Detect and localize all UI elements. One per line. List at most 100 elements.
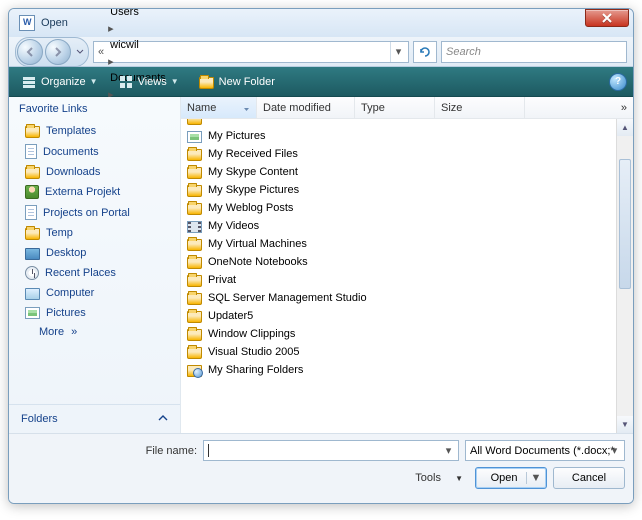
organize-button[interactable]: Organize ▼: [15, 72, 104, 92]
file-row[interactable]: My Skype Content: [183, 163, 631, 181]
file-list[interactable]: My Pictures My Received Files My Skype Con…: [181, 119, 633, 433]
file-name: SQL Server Management Studio: [208, 292, 367, 304]
open-button[interactable]: Open ▼: [475, 467, 547, 489]
cancel-button[interactable]: Cancel: [553, 467, 625, 489]
filename-input[interactable]: ▾: [203, 440, 459, 461]
folder-icon: [187, 203, 202, 215]
file-name: My Skype Content: [208, 166, 298, 178]
folder-icon: [187, 347, 202, 359]
nav-history-dropdown[interactable]: [73, 49, 87, 55]
file-row[interactable]: My Received Files: [183, 145, 631, 163]
open-split-dropdown[interactable]: ▼: [526, 472, 542, 484]
new-folder-button[interactable]: New Folder: [193, 72, 281, 92]
breadcrumb-bar[interactable]: « Users▸wicwil▸Documents▸ ▾: [93, 41, 409, 63]
sidebar-item-label: Downloads: [46, 166, 100, 178]
scrollbar[interactable]: ▲ ▼: [616, 119, 633, 433]
vid-icon: [187, 221, 202, 233]
file-row[interactable]: My Virtual Machines: [183, 235, 631, 253]
tools-button[interactable]: Tools ▼: [409, 470, 469, 486]
search-input[interactable]: Search: [441, 41, 627, 63]
column-size[interactable]: Size: [435, 97, 525, 118]
sidebar-item-label: Pictures: [46, 307, 86, 319]
address-dropdown[interactable]: ▾: [390, 42, 406, 62]
file-row[interactable]: Visual Studio 2005: [183, 343, 631, 361]
forward-icon: [53, 47, 63, 57]
file-type-filter[interactable]: All Word Documents (*.docx;* ▾: [465, 440, 625, 461]
new-folder-label: New Folder: [219, 76, 275, 88]
sidebar-item[interactable]: Pictures: [13, 303, 176, 322]
file-name: My Virtual Machines: [208, 238, 307, 250]
file-row[interactable]: OneNote Notebooks: [183, 253, 631, 271]
help-button[interactable]: ?: [609, 73, 627, 91]
filter-dropdown[interactable]: ▾: [607, 443, 622, 458]
file-name: Privat: [208, 274, 236, 286]
file-row[interactable]: My Weblog Posts: [183, 199, 631, 217]
sidebar-item[interactable]: Templates: [13, 121, 176, 141]
file-name: Window Clippings: [208, 328, 295, 340]
folder-icon: [25, 228, 40, 240]
address-bar: « Users▸wicwil▸Documents▸ ▾ Search: [9, 37, 633, 67]
views-label: Views: [138, 76, 167, 88]
folder-icon: [187, 239, 202, 251]
more-link[interactable]: More »: [9, 322, 180, 342]
column-overflow[interactable]: »: [525, 97, 633, 118]
file-name: OneNote Notebooks: [208, 256, 308, 268]
text-cursor: [208, 444, 209, 457]
file-row[interactable]: Privat: [183, 271, 631, 289]
file-row[interactable]: My Sharing Folders: [183, 361, 631, 379]
filename-history-dropdown[interactable]: ▾: [441, 443, 456, 458]
sidebar-item[interactable]: Externa Projekt: [13, 182, 176, 202]
folder-icon: [187, 293, 202, 305]
forward-button[interactable]: [45, 39, 71, 65]
file-row[interactable]: My Skype Pictures: [183, 181, 631, 199]
sidebar-item[interactable]: Desktop: [13, 243, 176, 263]
breadcrumb-root-chevron[interactable]: «: [96, 46, 106, 58]
refresh-button[interactable]: [413, 41, 437, 63]
sidebar-item[interactable]: Documents: [13, 141, 176, 162]
sidebar-item[interactable]: Recent Places: [13, 263, 176, 283]
titlebar[interactable]: Open: [9, 9, 633, 37]
favorite-links-list: TemplatesDocuments Downloads Externa Proje…: [9, 121, 180, 322]
organize-icon: [21, 74, 37, 90]
column-name[interactable]: Name: [181, 97, 257, 118]
folders-expander[interactable]: Folders: [9, 404, 180, 433]
breadcrumb-segment[interactable]: wicwil: [106, 35, 170, 55]
file-row[interactable]: Updater5: [183, 307, 631, 325]
filename-label: File name:: [146, 445, 197, 457]
views-button[interactable]: Views ▼: [112, 72, 185, 92]
chevron-right-icon[interactable]: ▸: [106, 56, 116, 68]
file-name: My Skype Pictures: [208, 184, 299, 196]
file-name: My Weblog Posts: [208, 202, 293, 214]
chevron-right-icon[interactable]: ▸: [106, 23, 116, 35]
file-row[interactable]: My Videos: [183, 217, 631, 235]
column-date[interactable]: Date modified: [257, 97, 355, 118]
sidebar-item[interactable]: Temp: [13, 223, 176, 243]
sidebar-item[interactable]: Projects on Portal: [13, 202, 176, 223]
close-icon: [602, 13, 612, 23]
file-row[interactable]: My Pictures: [183, 127, 631, 145]
scroll-thumb[interactable]: [619, 159, 631, 289]
back-button[interactable]: [17, 39, 43, 65]
folder-icon: [25, 126, 40, 138]
chevron-down-icon: ▼: [171, 77, 179, 86]
column-type[interactable]: Type: [355, 97, 435, 118]
dialog-body: Favorite Links TemplatesDocumentsDownloa…: [9, 97, 633, 433]
file-row[interactable]: Window Clippings: [183, 325, 631, 343]
file-row[interactable]: [183, 119, 631, 127]
scroll-down-button[interactable]: ▼: [617, 416, 633, 433]
sidebar-item[interactable]: Downloads: [13, 162, 176, 182]
close-button[interactable]: [585, 9, 629, 27]
pic-icon: [187, 131, 202, 143]
file-name: My Pictures: [208, 130, 265, 142]
file-name: My Sharing Folders: [208, 364, 303, 376]
file-listing: Name Date modified Type Size » My Pictur…: [181, 97, 633, 433]
tools-label: Tools: [415, 472, 441, 484]
cancel-label: Cancel: [572, 472, 606, 484]
folder-icon: [187, 119, 202, 125]
sidebar-item[interactable]: Computer: [13, 283, 176, 303]
chevron-down-icon: ▼: [90, 77, 98, 86]
file-row[interactable]: SQL Server Management Studio: [183, 289, 631, 307]
scroll-up-button[interactable]: ▲: [617, 119, 633, 136]
breadcrumb-segment[interactable]: Users: [106, 8, 170, 22]
chevron-right-icon: »: [68, 326, 77, 338]
